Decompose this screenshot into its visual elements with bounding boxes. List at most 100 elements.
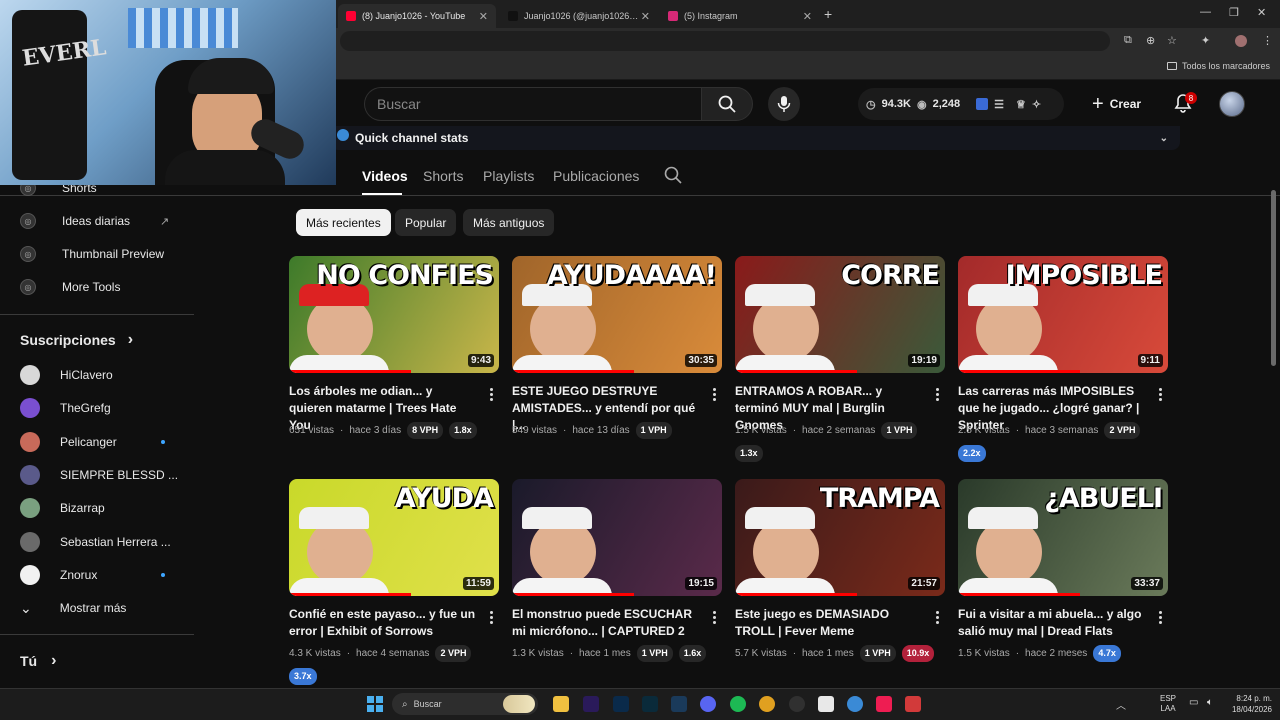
extension-icon[interactable]	[976, 98, 989, 110]
minimize-icon[interactable]: —	[1200, 6, 1211, 18]
game-app-icon[interactable]	[905, 696, 921, 712]
subscription-item[interactable]: Sebastian Herrera ...	[20, 531, 171, 552]
tab-publicaciones[interactable]: Publicaciones	[553, 168, 639, 184]
clock[interactable]: 8:24 p. m. 18/04/2026	[1222, 693, 1272, 715]
video-thumbnail[interactable]: IMPOSIBLE 9:11	[958, 256, 1168, 373]
video-card[interactable]: AYUDAAAA! 30:35 ESTE JUEGO DESTRUYE AMISTA…	[512, 256, 722, 476]
subscription-item[interactable]: HiClavero	[20, 365, 113, 385]
more-options-icon[interactable]	[709, 384, 719, 404]
search-button[interactable]	[701, 87, 753, 121]
filter-chip[interactable]: Más antiguos	[463, 209, 555, 236]
trophy-icon[interactable]: ♕	[1016, 98, 1026, 111]
more-options-icon[interactable]	[486, 384, 496, 404]
subscription-item[interactable]: TheGrefg	[20, 398, 111, 419]
tab-shorts[interactable]: Shorts	[423, 168, 463, 184]
video-card[interactable]: ¿ABUELI 33:37 Fui a visitar a mi abuela...…	[958, 479, 1168, 699]
capcut-icon[interactable]	[818, 696, 834, 712]
browser-tab[interactable]: (8) Juanjo1026 - YouTube ✕	[338, 4, 496, 28]
more-options-icon[interactable]	[932, 607, 942, 627]
keyboard-language[interactable]: ESP LAA	[1160, 694, 1176, 714]
video-card[interactable]: 19:15 El monstruo puede ESCUCHAR mi micró…	[512, 479, 722, 699]
steam-icon[interactable]	[671, 696, 687, 712]
chrome-active-icon[interactable]	[847, 696, 863, 712]
voice-search-button[interactable]	[768, 87, 800, 121]
zoom-icon[interactable]: ⊕	[1146, 34, 1155, 47]
page-scrollbar[interactable]	[1271, 190, 1276, 366]
subscription-item[interactable]: Pelicanger	[20, 431, 117, 452]
list-icon[interactable]: ☰	[994, 98, 1004, 111]
video-title[interactable]: Confié en este payaso... y fue un error …	[289, 606, 479, 640]
sidebar-item-more-tools[interactable]: ◎ More Tools	[20, 277, 120, 297]
channel-search-button[interactable]	[664, 166, 682, 189]
notification-count-badge: 8	[1185, 92, 1197, 104]
cast-icon[interactable]: ⧉	[1124, 34, 1132, 47]
discord-icon[interactable]	[700, 696, 716, 712]
show-more-button[interactable]: ⌄ Mostrar más	[20, 598, 126, 618]
subscription-item[interactable]: Bizarrap	[20, 498, 105, 519]
more-options-icon[interactable]	[486, 607, 496, 627]
chrome-icon[interactable]	[759, 696, 775, 712]
photoshop-icon[interactable]	[613, 696, 629, 712]
video-title[interactable]: El monstruo puede ESCUCHAR mi micrófono.…	[512, 606, 702, 640]
video-thumbnail[interactable]: AYUDA 11:59	[289, 479, 499, 596]
new-tab-button[interactable]: +	[824, 6, 832, 22]
video-card[interactable]: AYUDA 11:59 Confié en este payaso... y fue…	[289, 479, 499, 699]
more-options-icon[interactable]	[1155, 607, 1165, 627]
browser-tab[interactable]: (5) Instagram ✕	[660, 4, 820, 28]
close-icon[interactable]: ✕	[1257, 6, 1266, 19]
subscription-item[interactable]: Znorux	[20, 564, 97, 585]
extensions-icon[interactable]: ✦	[1201, 34, 1210, 47]
browser-menu-icon[interactable]: ⋮	[1262, 34, 1273, 47]
profile-avatar-icon[interactable]	[1235, 35, 1247, 47]
close-tab-icon[interactable]: ✕	[803, 10, 812, 23]
search-input[interactable]: Buscar	[364, 87, 701, 121]
video-card[interactable]: CORRE 19:19 ENTRAMOS A ROBAR... y terminó …	[735, 256, 945, 476]
tab-playlists[interactable]: Playlists	[483, 168, 534, 184]
windows-start-icon[interactable]	[367, 696, 383, 712]
filter-chip[interactable]: Popular	[395, 209, 457, 236]
video-card[interactable]: TRAMPA 21:57 Este juego es DEMASIADO TROLL…	[735, 479, 945, 699]
you-heading[interactable]: Tú ›	[20, 651, 56, 671]
obs-icon[interactable]	[789, 696, 805, 712]
tray-chevron-icon[interactable]: ︿	[1116, 697, 1126, 712]
channel-stats-widget[interactable]: ◷ 94.3K ◉ 2,248 ☰ ♕ ✧	[858, 88, 1064, 120]
premiere-icon[interactable]	[583, 696, 599, 712]
subscriptions-heading[interactable]: Suscripciones ›	[20, 330, 133, 350]
bookmark-star-icon[interactable]: ☆	[1167, 34, 1177, 47]
tiktok-icon[interactable]	[876, 696, 892, 712]
video-thumbnail[interactable]: ¿ABUELI 33:37	[958, 479, 1168, 596]
address-bar[interactable]	[340, 31, 1110, 51]
more-options-icon[interactable]	[1155, 384, 1165, 404]
account-avatar[interactable]	[1219, 91, 1245, 117]
maximize-icon[interactable]: ❐	[1229, 6, 1239, 19]
video-thumbnail[interactable]: 19:15	[512, 479, 722, 596]
video-title[interactable]: Este juego es DEMASIADO TROLL | Fever Me…	[735, 606, 925, 640]
video-thumbnail[interactable]: NO CONFIES 9:43	[289, 256, 499, 373]
create-button[interactable]: + Crear	[1092, 92, 1141, 116]
volume-icon[interactable]: 🔈︎	[1207, 697, 1213, 708]
spotify-icon[interactable]	[730, 696, 746, 712]
video-card[interactable]: NO CONFIES 9:43 Los árboles me odian... y …	[289, 256, 499, 476]
video-thumbnail[interactable]: AYUDAAAA! 30:35	[512, 256, 722, 373]
close-tab-icon[interactable]: ✕	[641, 10, 650, 23]
video-thumbnail[interactable]: TRAMPA 21:57	[735, 479, 945, 596]
subscription-item[interactable]: SIEMPRE BLESSD ...	[20, 464, 178, 485]
quick-channel-stats-bar[interactable]: Quick channel stats ⌄	[330, 126, 1180, 150]
network-icon[interactable]: ▭	[1189, 697, 1198, 708]
more-options-icon[interactable]	[932, 384, 942, 404]
chevron-down-icon[interactable]: ⌄	[1160, 133, 1168, 144]
close-tab-icon[interactable]: ✕	[479, 10, 488, 23]
lightroom-icon[interactable]	[642, 696, 658, 712]
file-explorer-icon[interactable]	[553, 696, 569, 712]
video-thumbnail[interactable]: CORRE 19:19	[735, 256, 945, 373]
sidebar-item-thumbnail-preview[interactable]: ◎ Thumbnail Preview	[20, 244, 164, 264]
all-bookmarks[interactable]: Todos los marcadores	[1166, 61, 1270, 71]
video-title[interactable]: Fui a visitar a mi abuela... y algo sali…	[958, 606, 1148, 640]
sidebar-item-ideas[interactable]: ◎ Ideas diarias ↗	[20, 211, 169, 231]
tab-videos[interactable]: Videos	[362, 168, 408, 184]
filter-chip[interactable]: Más recientes	[296, 209, 391, 236]
sparkle-icon[interactable]: ✧	[1032, 98, 1041, 111]
more-options-icon[interactable]	[709, 607, 719, 627]
browser-tab[interactable]: Juanjo1026 (@juanjo1026_) | Ti ✕	[500, 4, 658, 28]
video-card[interactable]: IMPOSIBLE 9:11 Las carreras más IMPOSIBLES…	[958, 256, 1168, 476]
